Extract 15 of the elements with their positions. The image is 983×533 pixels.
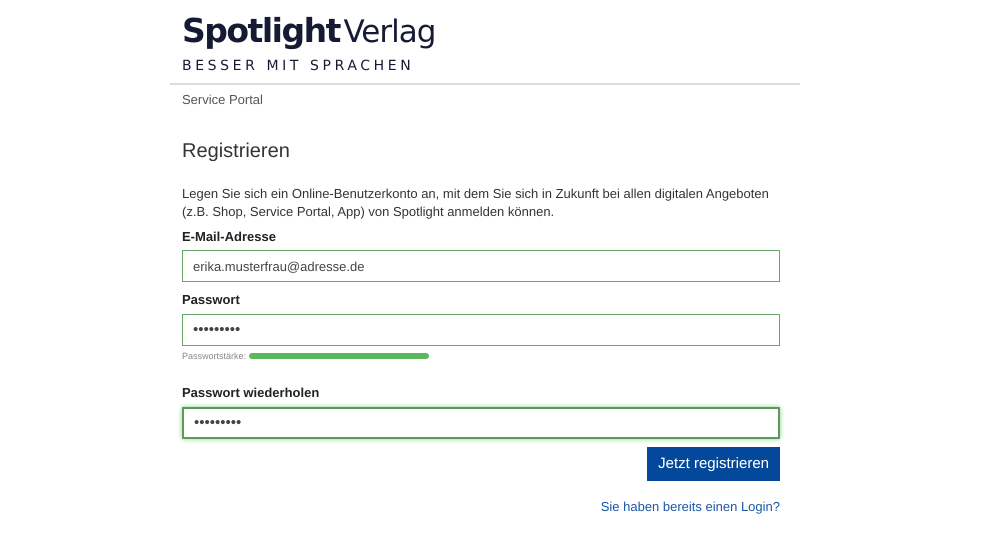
logo-brand-light: Verlag [343,14,436,50]
page-title: Registrieren [182,138,291,162]
breadcrumb: Service Portal [181,91,264,109]
logo-tagline: BESSER MIT SPRACHEN [182,57,414,76]
field-label: Passwort wiederholen [182,384,320,402]
register-button[interactable]: Jetzt registrieren [647,446,780,481]
field-label: Passwort [182,291,240,309]
email-field[interactable]: erika.musterfrau@adresse.de [182,250,780,282]
login-link[interactable]: Sie haben bereits einen Login? [600,497,780,516]
password-field[interactable]: ••••••••• [182,314,780,346]
strength-label: Passwortstärke: [182,350,246,362]
logo-brand-bold: Spotlight [182,11,340,50]
intro-text: Legen Sie sich ein Online-Benutzerkonto an, mit dem Sie sich in Zukunft bei allen digitalen Angeboten (z.B. Shop, Service Portal, App) von Spotlight anmelden können. [182,184,770,220]
password-field[interactable]: ••••••••• [182,406,780,438]
field-label: E-Mail-Adresse [182,228,276,246]
